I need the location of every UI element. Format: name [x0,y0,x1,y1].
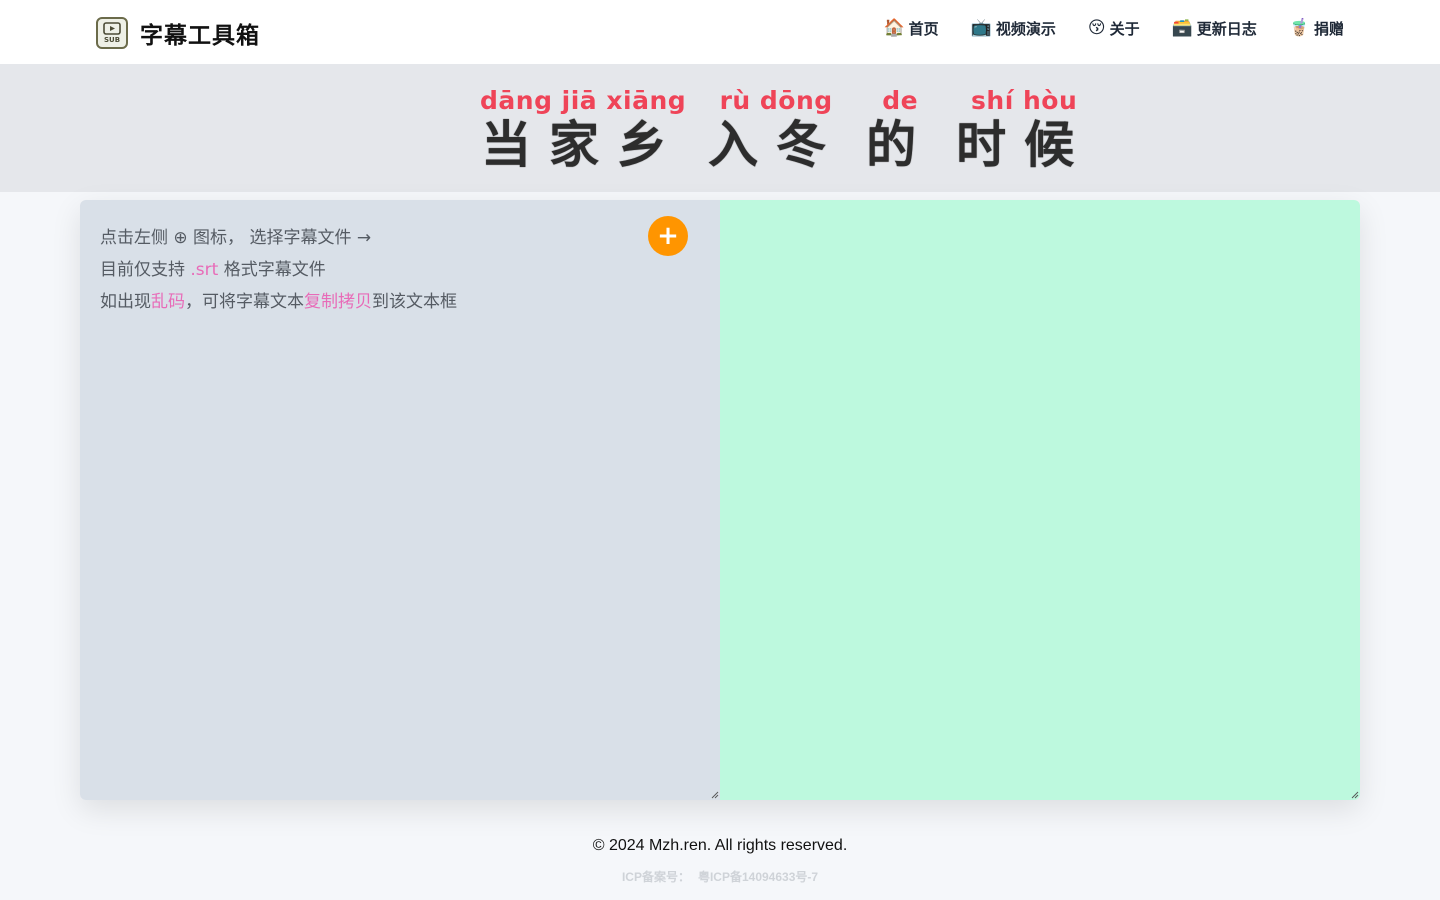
hint-line-select-file: 点击左侧 ⊕ 图标， 选择字幕文件 → [100,228,372,248]
nav-item-label: 关于 [1109,20,1140,38]
nav-item-home[interactable]: 🏠 首页 [884,18,939,39]
pinyin-banner: dāng jiā xiāng 当家乡 rù dōng 入冬 de 的 shí h… [0,64,1440,192]
hint-text: ，可将字幕文本 [185,292,304,312]
top-navbar: SUB 字幕工具箱 🏠 首页 📺 视频演示 😚 关于 🗃️ 更新日志 🧋 捐赠 [0,0,1440,64]
hint-text: 目前仅支持 [100,260,191,280]
add-file-button[interactable]: + [648,216,688,256]
hanzi-text: 时候 [956,116,1093,174]
main-nav: 🏠 首页 📺 视频演示 😚 关于 🗃️ 更新日志 🧋 捐赠 [884,18,1345,39]
ruby-sentence: dāng jiā xiāng 当家乡 rù dōng 入冬 de 的 shí h… [480,86,1092,174]
pinyin-text: dāng jiā xiāng [480,86,687,115]
logo-text: SUB [104,36,120,44]
ruby-word: de 的 [866,86,934,174]
brand-home-link[interactable]: SUB 字幕工具箱 [96,16,260,50]
television-icon: 📺 [970,18,992,38]
bubble-tea-icon: 🧋 [1288,18,1310,38]
nav-item-changelog[interactable]: 🗃️ 更新日志 [1172,18,1257,39]
copy-paste-highlight: 复制拷贝 [304,292,372,312]
pinyin-text: de [882,86,919,115]
copyright-text: © 2024 Mzh.ren. All rights reserved. [592,837,848,854]
ruby-word: shí hòu 时候 [956,86,1092,174]
house-icon: 🏠 [883,18,905,38]
srt-format-highlight: .srt [190,260,219,280]
pinyin-text: rù dōng [719,86,833,115]
hanzi-text: 的 [866,116,935,174]
pinyin-text: shí hòu [971,86,1078,115]
icp-label: ICP备案号： [621,870,690,884]
nav-item-donate[interactable]: 🧋 捐赠 [1289,18,1344,39]
nav-item-label: 首页 [908,20,939,38]
card-file-box-icon: 🗃️ [1171,18,1193,38]
nav-item-label: 捐赠 [1313,20,1344,38]
hint-text: 格式字幕文件 [218,260,326,280]
hint-line-garbled: 如出现乱码，可将字幕文本复制拷贝到该文本框 [100,286,700,318]
icp-number-link[interactable]: 粤ICP备14094633号-7 [698,870,818,884]
nav-item-label: 更新日志 [1196,20,1257,38]
icp-record: ICP备案号： 粤ICP备14094633号-7 [0,868,1440,885]
resize-handle-icon[interactable] [711,791,719,799]
resize-handle-icon[interactable] [1351,791,1359,799]
nav-item-about[interactable]: 😚 关于 [1088,18,1140,39]
ruby-word: dāng jiā xiāng 当家乡 [480,86,686,174]
hanzi-text: 入冬 [708,116,845,174]
garbled-highlight: 乱码 [151,292,185,312]
subtitle-editor: 点击左侧 ⊕ 图标， 选择字幕文件 → 目前仅支持 .srt 格式字幕文件 如出… [80,200,1360,800]
nav-item-label: 视频演示 [995,20,1056,38]
subtitle-logo-icon: SUB [96,17,128,49]
site-title: 字幕工具箱 [140,23,260,49]
ruby-word: rù dōng 入冬 [708,86,844,174]
hanzi-text: 当家乡 [481,116,686,174]
hint-line-format: 目前仅支持 .srt 格式字幕文件 [100,254,700,286]
input-textarea[interactable]: 点击左侧 ⊕ 图标， 选择字幕文件 → 目前仅支持 .srt 格式字幕文件 如出… [80,200,720,800]
hint-text: 到该文本框 [372,292,457,312]
kissing-face-icon: 😚 [1087,18,1106,38]
hint-text: 如出现 [100,292,151,312]
nav-item-video-demo[interactable]: 📺 视频演示 [971,18,1056,39]
output-textarea[interactable] [720,200,1360,800]
